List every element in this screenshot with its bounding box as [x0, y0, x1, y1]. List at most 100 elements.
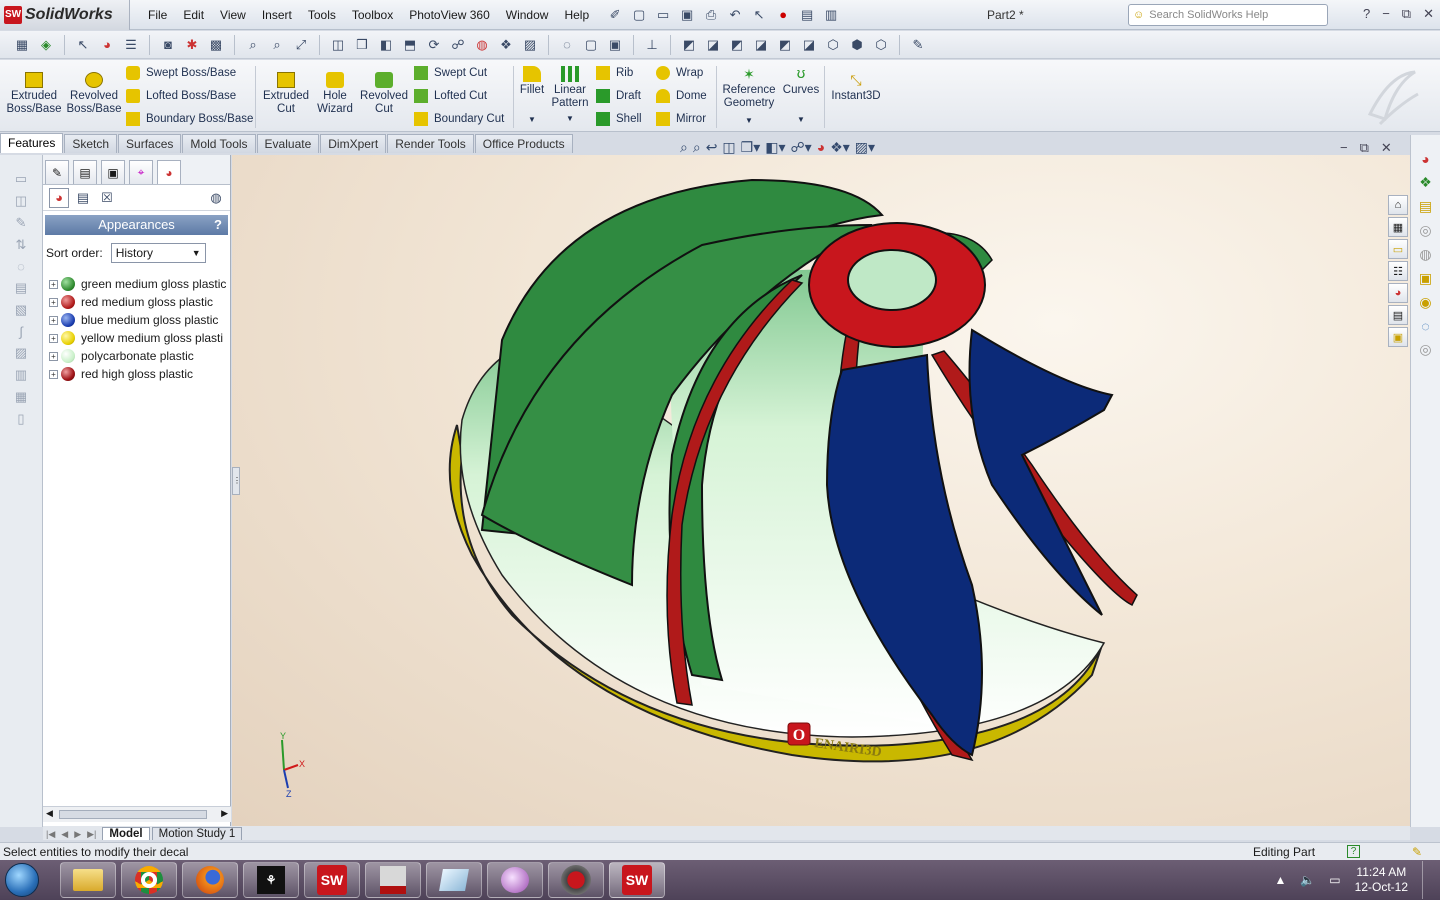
menu-toolbox[interactable]: Toolbox — [344, 0, 401, 30]
property-manager-tab-icon[interactable]: ▤ — [73, 160, 97, 184]
view-appearances-icon[interactable]: ◕ — [49, 187, 69, 208]
expand-icon[interactable]: + — [49, 279, 58, 289]
tab-motion-study[interactable]: Motion Study 1 — [151, 827, 243, 840]
taskbar-acrobat[interactable] — [365, 862, 421, 898]
network-icon[interactable]: ▭ — [1329, 873, 1340, 887]
pin-icon[interactable]: ✐ — [605, 5, 625, 25]
tab-surfaces[interactable]: Surfaces — [118, 134, 182, 153]
pattern-entities-icon[interactable]: ▦ — [15, 389, 27, 405]
dome-button[interactable]: Dome — [656, 87, 707, 105]
file-explorer-icon[interactable]: ▤ — [1419, 198, 1432, 215]
swept-cut-button[interactable]: Swept Cut — [414, 64, 487, 82]
dimetric-view-icon[interactable]: ⬡ — [871, 35, 891, 55]
tab-mold-tools[interactable]: Mold Tools — [182, 134, 256, 153]
tab-office-products[interactable]: Office Products — [474, 134, 573, 153]
app-logo[interactable]: SW SolidWorks — [0, 0, 130, 30]
options-icon[interactable]: ▥ — [821, 5, 841, 25]
select-tool-icon[interactable]: ↖ — [73, 35, 93, 55]
spline-tool-icon[interactable]: ∫ — [19, 324, 23, 339]
dimxpert-tab-icon[interactable]: ⌖ — [129, 160, 153, 184]
tray-expand-icon[interactable]: ▲ — [1274, 873, 1286, 887]
tab-model[interactable]: Model — [102, 827, 150, 840]
fillet-button[interactable]: Fillet ▼ — [516, 66, 548, 126]
search-results-icon[interactable]: ◎ — [1419, 341, 1431, 358]
appearance-icon[interactable]: ◕ — [97, 35, 117, 55]
section-icon[interactable]: ◫ — [722, 139, 735, 156]
recovery-tab-icon[interactable]: ▣ — [1388, 327, 1408, 347]
design-library-icon[interactable]: ❖ — [1419, 174, 1432, 191]
scroll-right-icon[interactable]: ▶ — [221, 808, 228, 819]
rotate-icon[interactable]: ⟳ — [424, 35, 444, 55]
boundary-boss-button[interactable]: Boundary Boss/Base — [126, 110, 253, 128]
hub-bore[interactable] — [847, 249, 937, 311]
revolved-boss-button[interactable]: Revolved Boss/Base — [66, 72, 122, 116]
new-document-icon[interactable]: ▢ — [629, 5, 649, 25]
line-tool-icon[interactable]: ✎ — [16, 215, 27, 231]
menu-help[interactable]: Help — [556, 0, 597, 30]
list-icon[interactable]: ☰ — [121, 35, 141, 55]
status-pin-icon[interactable]: ✎ — [1412, 843, 1422, 861]
revolved-cut-button[interactable]: Revolved Cut — [358, 72, 410, 116]
palette-icon[interactable]: ☷ — [1388, 261, 1408, 281]
taskbar-solidworks[interactable]: SW — [304, 862, 360, 898]
panel-horizontal-scrollbar[interactable]: ◀ ▶ — [43, 806, 231, 822]
scroll-thumb[interactable] — [59, 810, 207, 819]
apply-scene-icon[interactable]: ❖ — [496, 35, 516, 55]
undo-icon[interactable]: ↶ — [725, 5, 745, 25]
clock[interactable]: 11:24 AM 12-Oct-12 — [1355, 865, 1408, 895]
view-settings-dropdown-icon[interactable]: ▨▾ — [855, 139, 875, 156]
view-decals-icon[interactable]: ▤ — [73, 188, 93, 208]
toolbox-icon[interactable]: ◌ — [1421, 318, 1429, 334]
panel-collapse-handle[interactable]: ⋮ — [232, 467, 241, 495]
boundary-cut-button[interactable]: Boundary Cut — [414, 110, 504, 128]
left-view-icon[interactable]: ◩ — [727, 35, 747, 55]
doc-close-button[interactable]: ✕ — [1381, 140, 1392, 156]
tab-sketch[interactable]: Sketch — [64, 134, 118, 153]
sphere-icon[interactable]: ◌ — [557, 35, 577, 55]
lofted-boss-button[interactable]: Lofted Boss/Base — [126, 87, 236, 105]
display-style-icon[interactable]: ◧ — [376, 35, 396, 55]
edit-appearance-icon[interactable]: ◍ — [472, 35, 492, 55]
hide-show-dropdown-icon[interactable]: ☍▾ — [791, 139, 812, 156]
view-scene-icon[interactable]: ☒ — [97, 188, 117, 208]
3d-sketch-icon[interactable]: ◈ — [36, 35, 56, 55]
mirror-button[interactable]: Mirror — [656, 110, 706, 128]
list-item[interactable]: + red high gloss plastic — [43, 365, 230, 383]
camera-icon[interactable]: ◙ — [158, 35, 178, 55]
normal-to-icon[interactable]: ⊥ — [642, 35, 662, 55]
wrap-button[interactable]: Wrap — [656, 64, 703, 82]
graphics-area[interactable]: O ENAIRI3D Y X Z ⋮ — [232, 155, 1410, 826]
start-button[interactable] — [0, 860, 44, 900]
menu-view[interactable]: View — [212, 0, 254, 30]
list-item[interactable]: + blue medium gloss plastic — [43, 311, 230, 329]
appearances-help-icon[interactable]: ? — [214, 215, 222, 235]
list-item[interactable]: + polycarbonate plastic — [43, 347, 230, 365]
tab-render-tools[interactable]: Render Tools — [387, 134, 474, 153]
rebuild-icon[interactable]: ● — [773, 5, 793, 25]
doc-restore-button[interactable]: ⧉ — [1360, 140, 1369, 156]
render-icon[interactable]: ✱ — [182, 35, 202, 55]
list-item[interactable]: + green medium gloss plastic — [43, 275, 230, 293]
zoom-fit-icon[interactable]: ⌕ — [243, 35, 263, 55]
box-wire-icon[interactable]: ▢ — [581, 35, 601, 55]
bottom-view-icon[interactable]: ◪ — [799, 35, 819, 55]
impeller-model[interactable]: O ENAIRI3D Y X Z — [232, 155, 1410, 826]
rib-button[interactable]: Rib — [596, 64, 633, 82]
sort-order-select[interactable]: History ▼ — [110, 243, 206, 263]
extruded-cut-button[interactable]: Extruded Cut — [260, 72, 312, 116]
trim-tool-icon[interactable]: ▧ — [15, 302, 27, 318]
smart-dimension-icon[interactable]: ◫ — [15, 193, 27, 209]
cube-icon[interactable]: ⬒ — [400, 35, 420, 55]
close-button[interactable]: ✕ — [1423, 6, 1434, 22]
taskbar-messenger[interactable] — [487, 862, 543, 898]
configuration-tab-icon[interactable]: ▣ — [101, 160, 125, 184]
help-search-input[interactable]: ☺ Search SolidWorks Help — [1128, 4, 1328, 26]
trimetric-view-icon[interactable]: ⬢ — [847, 35, 867, 55]
linear-pattern-button[interactable]: Linear Pattern ▼ — [550, 66, 590, 125]
extruded-boss-button[interactable]: Extruded Boss/Base — [6, 72, 62, 116]
menu-insert[interactable]: Insert — [254, 0, 300, 30]
curves-button[interactable]: ʊ Curves ▼ — [782, 66, 820, 126]
draft-button[interactable]: Draft — [596, 87, 641, 105]
status-help-icon[interactable]: ? — [1347, 845, 1360, 858]
prev-tab-icon[interactable]: ◀ — [58, 829, 71, 840]
